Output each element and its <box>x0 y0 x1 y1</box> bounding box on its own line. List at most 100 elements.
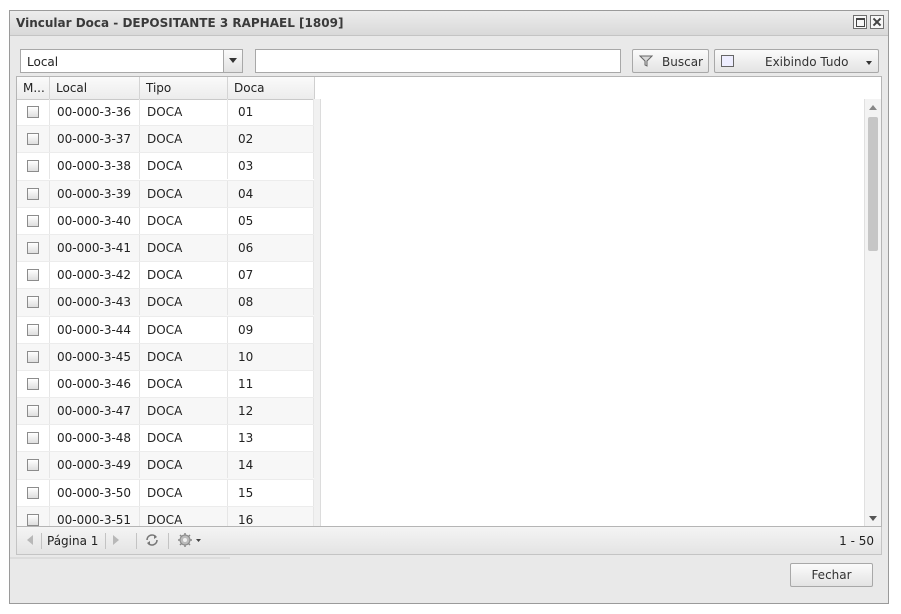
divider <box>105 533 106 549</box>
row-checkbox[interactable] <box>27 486 39 499</box>
record-count: 1 - 50 <box>839 534 874 548</box>
row-checkbox[interactable] <box>27 513 39 526</box>
row-checkbox[interactable] <box>27 133 39 146</box>
row-select-cell[interactable] <box>17 452 50 479</box>
cell-doca: 10 <box>228 343 314 370</box>
scroll-up-icon[interactable] <box>869 105 877 110</box>
table-row[interactable]: 00-000-3-40 DOCA 05 <box>17 207 314 235</box>
maximize-icon[interactable] <box>853 15 867 29</box>
row-checkbox[interactable] <box>27 323 39 336</box>
search-button[interactable]: Buscar <box>632 49 709 73</box>
window-title: Vincular Doca - DEPOSITANTE 3 RAPHAEL [1… <box>16 16 344 30</box>
row-select-cell[interactable] <box>17 506 50 526</box>
close-button[interactable]: Fechar <box>790 563 873 587</box>
divider <box>136 533 137 549</box>
cell-doca: 14 <box>228 452 314 479</box>
row-checkbox[interactable] <box>27 459 39 472</box>
table-row[interactable]: 00-000-3-47 DOCA 12 <box>17 398 314 426</box>
column-splitter[interactable] <box>314 99 321 526</box>
cell-doca: 09 <box>228 316 314 343</box>
cell-doca: 15 <box>228 479 314 506</box>
data-grid: M... Local Tipo Doca 00-000-3-36 DOCA 01 00… <box>16 76 882 527</box>
cell-doca: 07 <box>228 262 314 289</box>
close-icon[interactable] <box>870 15 884 29</box>
caret-down-icon <box>866 61 872 65</box>
field-select[interactable]: Local <box>20 49 243 73</box>
column-header-mark[interactable]: M... <box>17 77 50 99</box>
table-row[interactable]: 00-000-3-36 DOCA 01 <box>17 99 314 127</box>
row-select-cell[interactable] <box>17 99 50 125</box>
scroll-down-icon[interactable] <box>869 516 877 521</box>
row-checkbox[interactable] <box>27 296 39 309</box>
cell-tipo: DOCA <box>140 262 228 289</box>
row-checkbox[interactable] <box>27 241 39 254</box>
dialog-window: Vincular Doca - DEPOSITANTE 3 RAPHAEL [1… <box>9 10 889 604</box>
row-select-cell[interactable] <box>17 126 50 153</box>
row-select-cell[interactable] <box>17 343 50 370</box>
row-select-cell[interactable] <box>17 234 50 261</box>
divider <box>41 533 42 549</box>
gear-icon[interactable] <box>177 532 203 548</box>
view-filter-button[interactable]: Exibindo Tudo <box>714 49 879 73</box>
row-select-cell[interactable] <box>17 180 50 207</box>
footer-divider <box>10 557 230 559</box>
table-row[interactable]: 00-000-3-45 DOCA 10 <box>17 343 314 371</box>
cell-local: 00-000-3-50 <box>50 479 140 506</box>
cell-doca: 01 <box>228 99 314 125</box>
row-checkbox[interactable] <box>27 377 39 390</box>
cell-local: 00-000-3-40 <box>50 207 140 234</box>
next-page-icon[interactable] <box>113 535 119 545</box>
cell-tipo: DOCA <box>140 398 228 425</box>
cell-tipo: DOCA <box>140 126 228 153</box>
table-row[interactable]: 00-000-3-51 DOCA 16 <box>17 506 314 526</box>
cell-doca: 16 <box>228 506 314 526</box>
refresh-icon[interactable] <box>144 532 160 548</box>
row-select-cell[interactable] <box>17 289 50 316</box>
row-select-cell[interactable] <box>17 207 50 234</box>
cell-doca: 11 <box>228 370 314 397</box>
cell-local: 00-000-3-44 <box>50 316 140 343</box>
vertical-scrollbar[interactable] <box>864 99 881 526</box>
row-checkbox[interactable] <box>27 106 39 118</box>
row-checkbox[interactable] <box>27 214 39 227</box>
row-select-cell[interactable] <box>17 153 50 180</box>
cell-tipo: DOCA <box>140 99 228 125</box>
column-header-doca[interactable]: Doca <box>228 77 314 99</box>
table-row[interactable]: 00-000-3-39 DOCA 04 <box>17 180 314 208</box>
row-checkbox[interactable] <box>27 160 39 173</box>
title-bar[interactable]: Vincular Doca - DEPOSITANTE 3 RAPHAEL [1… <box>10 11 888 36</box>
table-row[interactable]: 00-000-3-49 DOCA 14 <box>17 452 314 480</box>
row-select-cell[interactable] <box>17 398 50 425</box>
row-select-cell[interactable] <box>17 479 50 506</box>
table-row[interactable]: 00-000-3-48 DOCA 13 <box>17 425 314 453</box>
cell-doca: 13 <box>228 425 314 452</box>
row-checkbox[interactable] <box>27 187 39 200</box>
cell-tipo: DOCA <box>140 153 228 180</box>
grid-body: 00-000-3-36 DOCA 01 00-000-3-37 DOCA 02 00-000… <box>17 99 314 526</box>
column-header-tipo[interactable]: Tipo <box>140 77 228 99</box>
table-row[interactable]: 00-000-3-43 DOCA 08 <box>17 289 314 317</box>
table-row[interactable]: 00-000-3-37 DOCA 02 <box>17 126 314 154</box>
row-select-cell[interactable] <box>17 370 50 397</box>
row-checkbox[interactable] <box>27 432 39 445</box>
first-page-icon[interactable] <box>27 535 33 545</box>
table-row[interactable]: 00-000-3-38 DOCA 03 <box>17 153 314 181</box>
row-checkbox[interactable] <box>27 269 39 282</box>
row-select-cell[interactable] <box>17 425 50 452</box>
cell-doca: 04 <box>228 180 314 207</box>
row-select-cell[interactable] <box>17 262 50 289</box>
row-checkbox[interactable] <box>27 350 39 363</box>
search-input[interactable] <box>255 49 621 73</box>
column-header-local[interactable]: Local <box>50 77 140 99</box>
scroll-thumb[interactable] <box>868 117 878 251</box>
table-row[interactable]: 00-000-3-44 DOCA 09 <box>17 316 314 344</box>
table-row[interactable]: 00-000-3-50 DOCA 15 <box>17 479 314 507</box>
row-checkbox[interactable] <box>27 405 39 418</box>
table-row[interactable]: 00-000-3-42 DOCA 07 <box>17 262 314 290</box>
chevron-down-icon[interactable] <box>223 50 242 72</box>
cell-tipo: DOCA <box>140 343 228 370</box>
table-row[interactable]: 00-000-3-41 DOCA 06 <box>17 234 314 263</box>
cell-local: 00-000-3-39 <box>50 180 140 207</box>
table-row[interactable]: 00-000-3-46 DOCA 11 <box>17 370 314 399</box>
row-select-cell[interactable] <box>17 316 50 343</box>
